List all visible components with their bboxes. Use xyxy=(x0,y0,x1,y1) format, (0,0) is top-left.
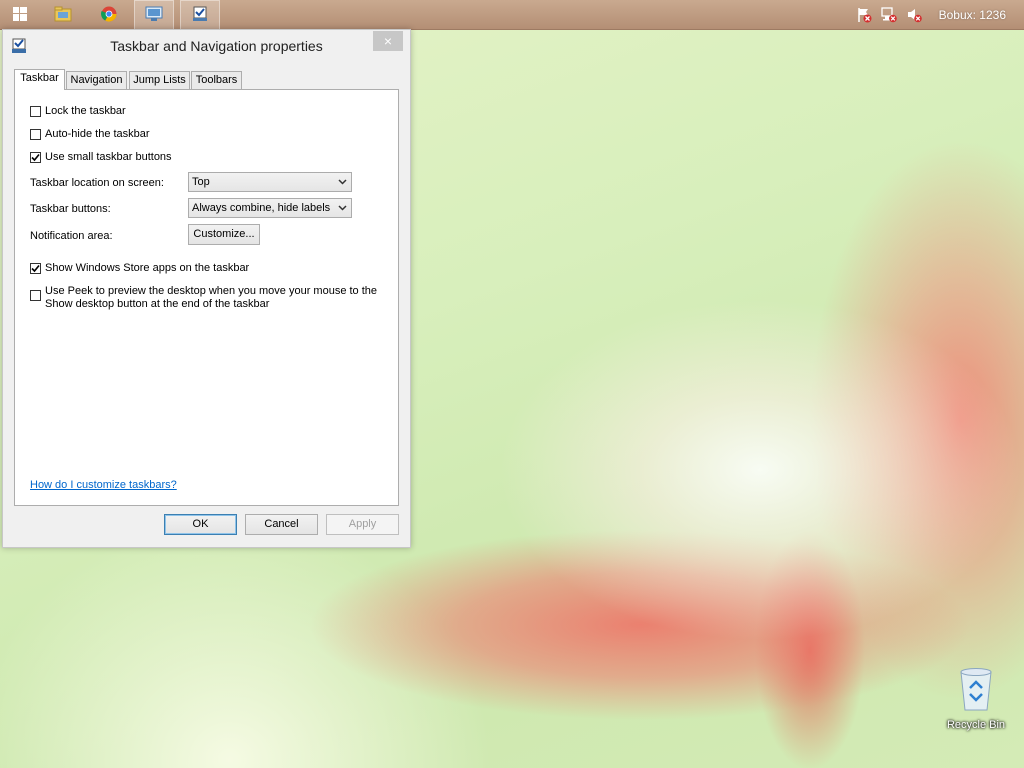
help-link[interactable]: How do I customize taskbars? xyxy=(30,479,177,491)
cancel-button[interactable]: Cancel xyxy=(245,514,318,535)
control-panel-icon xyxy=(145,6,163,25)
peek-checkbox[interactable] xyxy=(30,290,41,301)
windows-logo-icon xyxy=(13,6,27,24)
action-center-flag-icon[interactable] xyxy=(853,4,875,26)
recycle-bin-icon xyxy=(957,668,995,715)
taskbar-properties-dialog: Taskbar and Navigation properties × Task… xyxy=(2,29,411,548)
taskbar-buttons-value: Always combine, hide labels xyxy=(192,202,331,214)
ok-button[interactable]: OK xyxy=(164,514,237,535)
chevron-down-icon xyxy=(336,173,348,191)
start-button[interactable] xyxy=(0,0,40,30)
store-apps-option[interactable]: Show Windows Store apps on the taskbar xyxy=(30,262,249,275)
taskbar: Bobux: 1236 xyxy=(0,0,1024,30)
store-apps-label: Show Windows Store apps on the taskbar xyxy=(45,262,250,274)
auto-hide-checkbox[interactable] xyxy=(30,129,41,140)
chrome-icon xyxy=(101,6,117,25)
location-dropdown[interactable]: Top xyxy=(188,172,352,192)
taskbar-chrome-button[interactable] xyxy=(89,0,129,30)
dialog-title: Taskbar and Navigation properties xyxy=(110,38,323,54)
lock-taskbar-checkbox[interactable] xyxy=(30,106,41,117)
peek-option[interactable]: Use Peek to preview the desktop when you… xyxy=(30,285,380,311)
recycle-bin-shortcut[interactable]: Recycle Bin xyxy=(938,666,1014,731)
customize-button[interactable]: Customize... xyxy=(188,224,260,245)
lock-taskbar-label: Lock the taskbar xyxy=(45,105,126,117)
network-icon[interactable] xyxy=(878,4,900,26)
recycle-bin-label: Recycle Bin xyxy=(946,719,1006,731)
taskbar-buttons-label: Taskbar buttons: xyxy=(30,203,111,215)
close-icon: × xyxy=(383,33,393,49)
system-tray: Bobux: 1236 xyxy=(850,0,1024,30)
volume-muted-icon[interactable] xyxy=(903,4,925,26)
taskbar-tab-panel: Lock the taskbar Auto-hide the taskbar U… xyxy=(14,89,399,506)
small-buttons-checkbox[interactable] xyxy=(30,152,41,163)
small-buttons-option[interactable]: Use small taskbar buttons xyxy=(30,151,172,164)
checkmark-icon xyxy=(31,153,40,162)
auto-hide-option[interactable]: Auto-hide the taskbar xyxy=(30,128,150,141)
lock-taskbar-option[interactable]: Lock the taskbar xyxy=(30,105,126,118)
folder-icon xyxy=(54,6,72,25)
notification-area-label: Notification area: xyxy=(30,230,113,242)
taskbar-buttons-dropdown[interactable]: Always combine, hide labels xyxy=(188,198,352,218)
tab-navigation[interactable]: Navigation xyxy=(66,71,127,89)
peek-label: Use Peek to preview the desktop when you… xyxy=(45,285,378,310)
location-label: Taskbar location on screen: xyxy=(30,177,164,189)
checkmark-icon xyxy=(31,264,40,273)
taskbar-properties-button[interactable] xyxy=(180,0,220,30)
taskbar-file-explorer-button[interactable] xyxy=(43,0,83,30)
apply-button[interactable]: Apply xyxy=(326,514,399,535)
store-apps-checkbox[interactable] xyxy=(30,263,41,274)
auto-hide-label: Auto-hide the taskbar xyxy=(45,128,150,140)
dialog-titlebar[interactable]: Taskbar and Navigation properties × xyxy=(3,30,410,60)
location-value: Top xyxy=(192,176,210,188)
chevron-down-icon xyxy=(336,199,348,217)
taskbar-clock-text[interactable]: Bobux: 1236 xyxy=(939,8,1006,22)
small-buttons-label: Use small taskbar buttons xyxy=(45,151,172,163)
tab-taskbar[interactable]: Taskbar xyxy=(14,69,65,90)
tab-jump-lists[interactable]: Jump Lists xyxy=(129,71,190,89)
tab-toolbars[interactable]: Toolbars xyxy=(191,71,242,89)
close-button[interactable]: × xyxy=(373,31,403,51)
checkbox-app-icon xyxy=(192,6,208,25)
taskbar-control-panel-button[interactable] xyxy=(134,0,174,30)
